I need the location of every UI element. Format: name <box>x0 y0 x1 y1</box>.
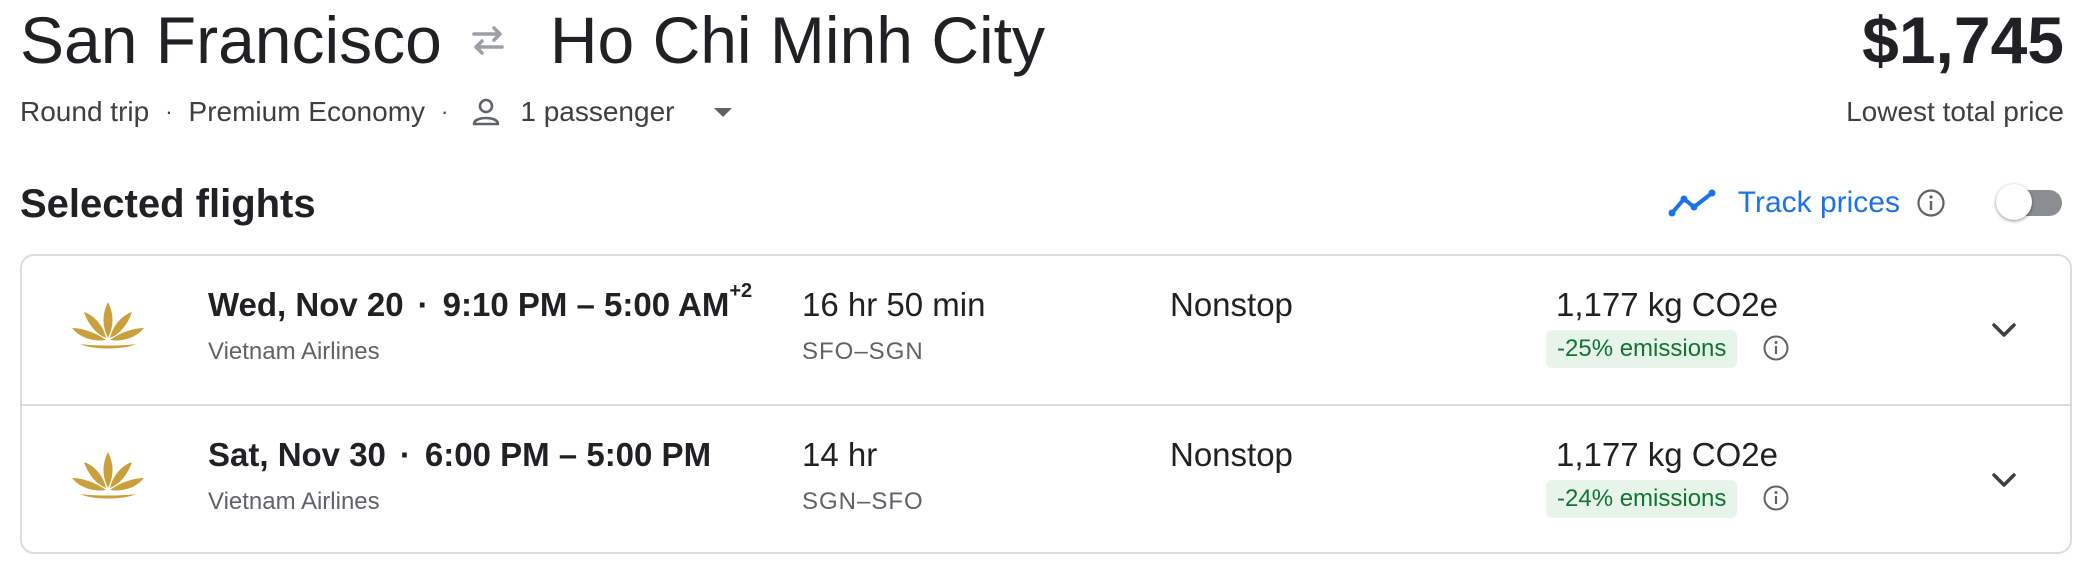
origin-city: San Francisco <box>20 3 442 77</box>
emissions-badge: -24% emissions <box>1546 480 1738 518</box>
airport-codes: SGN–SFO <box>802 488 924 515</box>
trip-meta: Round trip · Premium Economy · 1 passeng… <box>20 96 733 128</box>
passenger-count: 1 passenger <box>520 96 675 127</box>
cabin-class: Premium Economy <box>188 96 426 127</box>
stops-info: Nonstop <box>1170 436 1293 473</box>
chevron-down-icon <box>714 107 733 117</box>
info-icon[interactable] <box>1762 334 1790 362</box>
track-prices-label: Track prices <box>1737 186 1900 219</box>
price-caption: Lowest total price <box>1846 96 2064 127</box>
section-title: Selected flights <box>20 182 316 226</box>
track-prices-control[interactable]: Track prices <box>1668 186 1946 220</box>
toggle-knob <box>1996 184 2032 220</box>
separator-dot: · <box>441 99 449 124</box>
separator-dot: · <box>165 99 173 124</box>
destination-city: Ho Chi Minh City <box>549 3 1045 77</box>
info-icon[interactable] <box>1762 484 1790 512</box>
total-price: $1,745 <box>1862 3 2064 77</box>
flight-row-return[interactable]: Sat, Nov 30 · 6:00 PM – 5:00 PM Vietnam Ai… <box>22 406 2070 554</box>
co2-emissions: 1,177 kg CO2e <box>1556 286 1778 323</box>
departure-time: 9:10 PM <box>442 286 568 323</box>
flight-times: Wed, Nov 20 · 9:10 PM – 5:00 AM+2 <box>208 280 753 323</box>
route-title: San Francisco Ho Chi Minh City <box>20 0 1045 80</box>
person-icon <box>470 96 502 128</box>
separator-dot: · <box>399 436 411 473</box>
flight-date: Sat, Nov 30 <box>208 436 386 473</box>
trending-line-icon <box>1668 187 1718 219</box>
emissions-badge: -25% emissions <box>1546 330 1738 368</box>
track-prices-toggle[interactable] <box>1996 184 2062 220</box>
stops-info: Nonstop <box>1170 286 1293 323</box>
trip-type: Round trip <box>20 96 150 127</box>
separator-dot: · <box>417 286 429 323</box>
arrival-time: 5:00 PM <box>586 436 712 473</box>
vietnam-airlines-lotus-icon <box>70 296 146 356</box>
flight-times: Sat, Nov 30 · 6:00 PM – 5:00 PM <box>208 436 712 473</box>
airport-codes: SFO–SGN <box>802 338 924 365</box>
co2-emissions: 1,177 kg CO2e <box>1556 436 1778 473</box>
passenger-selector[interactable]: 1 passenger <box>464 96 733 128</box>
airline-name: Vietnam Airlines <box>208 338 380 365</box>
departure-time: 6:00 PM <box>424 436 550 473</box>
airline-name: Vietnam Airlines <box>208 488 380 515</box>
selected-flights-card: Wed, Nov 20 · 9:10 PM – 5:00 AM+2 Vietnam … <box>20 254 2072 554</box>
info-icon[interactable] <box>1916 188 1946 218</box>
flight-row-outbound[interactable]: Wed, Nov 20 · 9:10 PM – 5:00 AM+2 Vietnam … <box>22 256 2070 406</box>
flight-duration: 16 hr 50 min <box>802 286 986 323</box>
chevron-down-icon[interactable] <box>1986 462 2022 498</box>
swap-arrows-icon <box>464 16 512 64</box>
day-offset: +2 <box>729 280 753 302</box>
vietnam-airlines-lotus-icon <box>70 446 146 506</box>
flight-duration: 14 hr <box>802 436 878 473</box>
arrival-time: 5:00 AM <box>604 286 730 323</box>
flight-date: Wed, Nov 20 <box>208 286 404 323</box>
chevron-down-icon[interactable] <box>1986 312 2022 348</box>
